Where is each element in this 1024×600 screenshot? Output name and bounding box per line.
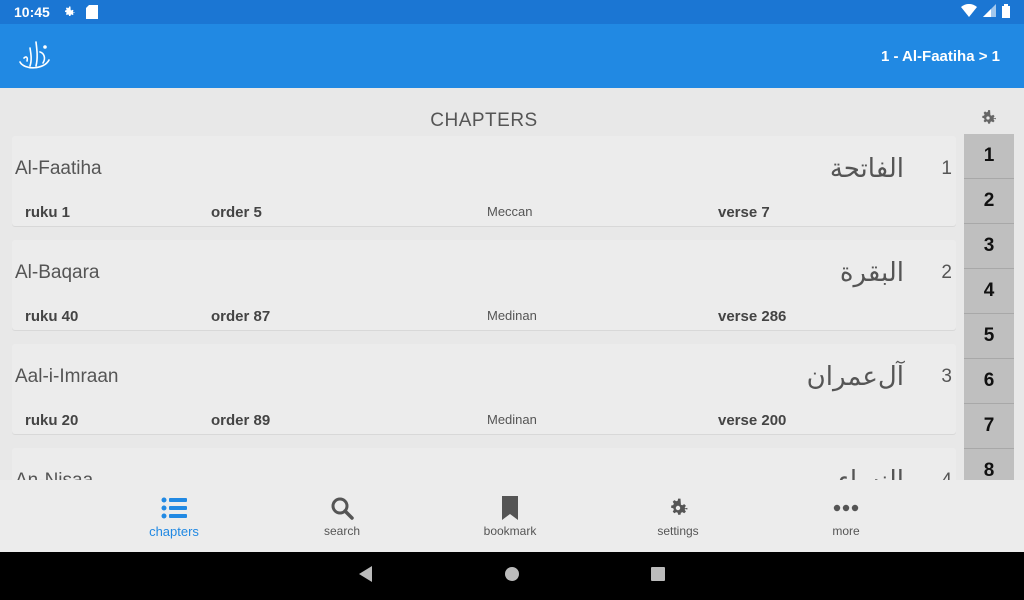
nav-more[interactable]: more bbox=[762, 480, 930, 552]
index-item[interactable]: 5 bbox=[964, 314, 1014, 359]
chapter-ruku: ruku 40 bbox=[25, 308, 79, 325]
chapter-list: Al-Faatiha الفاتحة 1 ruku 1 order 5 Mecc… bbox=[12, 136, 956, 480]
back-icon[interactable] bbox=[358, 565, 374, 587]
chapter-card[interactable]: Aal-i-Imraan آل‌عمران 3 ruku 20 order 89… bbox=[12, 344, 956, 434]
chapter-place: Medinan bbox=[487, 412, 537, 427]
chapter-number: 2 bbox=[941, 262, 952, 283]
chapter-place: Meccan bbox=[487, 204, 533, 219]
index-item[interactable]: 2 bbox=[964, 179, 1014, 224]
app-logo-icon[interactable] bbox=[14, 36, 54, 76]
nav-label: more bbox=[832, 524, 860, 538]
bottom-navigation: chapters search bookmark settings more bbox=[0, 480, 1024, 552]
chapter-name-en: Aal-i-Imraan bbox=[15, 366, 119, 387]
nav-label: settings bbox=[657, 524, 699, 538]
status-time: 10:45 bbox=[14, 4, 50, 20]
status-bar: 10:45 bbox=[0, 0, 1024, 24]
nav-settings[interactable]: settings bbox=[594, 480, 762, 552]
battery-icon bbox=[1002, 3, 1010, 21]
chapter-order: order 5 bbox=[211, 204, 262, 221]
chapter-name-ar: آل‌عمران bbox=[806, 362, 904, 392]
chapter-ruku: ruku 1 bbox=[25, 204, 71, 221]
current-location[interactable]: 1 - Al-Faatiha > 1 bbox=[881, 48, 1000, 65]
search-icon bbox=[330, 494, 354, 522]
home-icon[interactable] bbox=[504, 566, 520, 587]
chapter-name-en: Al-Faatiha bbox=[15, 158, 102, 179]
page-title: CHAPTERS bbox=[430, 110, 538, 131]
chapter-order: order 89 bbox=[211, 412, 271, 429]
gear-icon bbox=[62, 5, 76, 19]
list-settings-gear-icon[interactable] bbox=[976, 106, 1000, 130]
index-item[interactable]: 4 bbox=[964, 269, 1014, 314]
index-item[interactable]: 1 bbox=[964, 134, 1014, 179]
system-navigation-bar bbox=[0, 552, 1024, 600]
index-item[interactable]: 8 bbox=[964, 449, 1014, 480]
list-icon bbox=[161, 494, 187, 522]
recents-icon[interactable] bbox=[650, 566, 666, 587]
chapter-index-bar: 1 2 3 4 5 6 7 8 bbox=[964, 134, 1014, 480]
wifi-icon bbox=[961, 3, 977, 20]
nav-label: chapters bbox=[149, 523, 199, 539]
chapters-view: CHAPTERS Al-Faatiha الفاتحة 1 ruku 1 ord… bbox=[0, 88, 1024, 480]
app-bar: 1 - Al-Faatiha > 1 bbox=[0, 24, 1024, 88]
chapter-verses: verse 200 bbox=[718, 412, 787, 429]
index-item[interactable]: 7 bbox=[964, 404, 1014, 449]
chapter-number: 1 bbox=[941, 158, 952, 179]
chapter-verses: verse 7 bbox=[718, 204, 770, 221]
chapter-name-en: Al-Baqara bbox=[15, 262, 100, 283]
gear-icon bbox=[666, 494, 690, 522]
chapter-card[interactable]: Al-Faatiha الفاتحة 1 ruku 1 order 5 Mecc… bbox=[12, 136, 956, 226]
chapter-name-ar: البقرة bbox=[839, 258, 904, 288]
chapter-number: 4 bbox=[941, 470, 952, 480]
nav-chapters[interactable]: chapters bbox=[90, 480, 258, 552]
chapter-name-en: An-Nisaa bbox=[15, 470, 93, 480]
chapter-name-ar: النساء bbox=[838, 466, 904, 480]
chapter-ruku: ruku 20 bbox=[25, 412, 79, 429]
chapter-name-ar: الفاتحة bbox=[829, 154, 904, 184]
nav-label: bookmark bbox=[483, 524, 537, 538]
nav-bookmark[interactable]: bookmark bbox=[426, 480, 594, 552]
sd-card-icon bbox=[85, 5, 98, 19]
nav-search[interactable]: search bbox=[258, 480, 426, 552]
chapter-order: order 87 bbox=[211, 308, 271, 325]
chapter-number: 3 bbox=[941, 366, 952, 387]
chapter-card[interactable]: Al-Baqara البقرة 2 ruku 40 order 87 Medi… bbox=[12, 240, 956, 330]
chapter-place: Medinan bbox=[487, 308, 537, 323]
chapter-verses: verse 286 bbox=[718, 308, 787, 325]
bookmark-icon bbox=[501, 494, 519, 522]
more-dots-icon bbox=[833, 494, 859, 522]
chapter-card[interactable]: An-Nisaa النساء 4 bbox=[12, 448, 956, 480]
signal-icon bbox=[983, 4, 996, 20]
index-item[interactable]: 6 bbox=[964, 359, 1014, 404]
nav-label: search bbox=[323, 524, 361, 538]
index-item[interactable]: 3 bbox=[964, 224, 1014, 269]
